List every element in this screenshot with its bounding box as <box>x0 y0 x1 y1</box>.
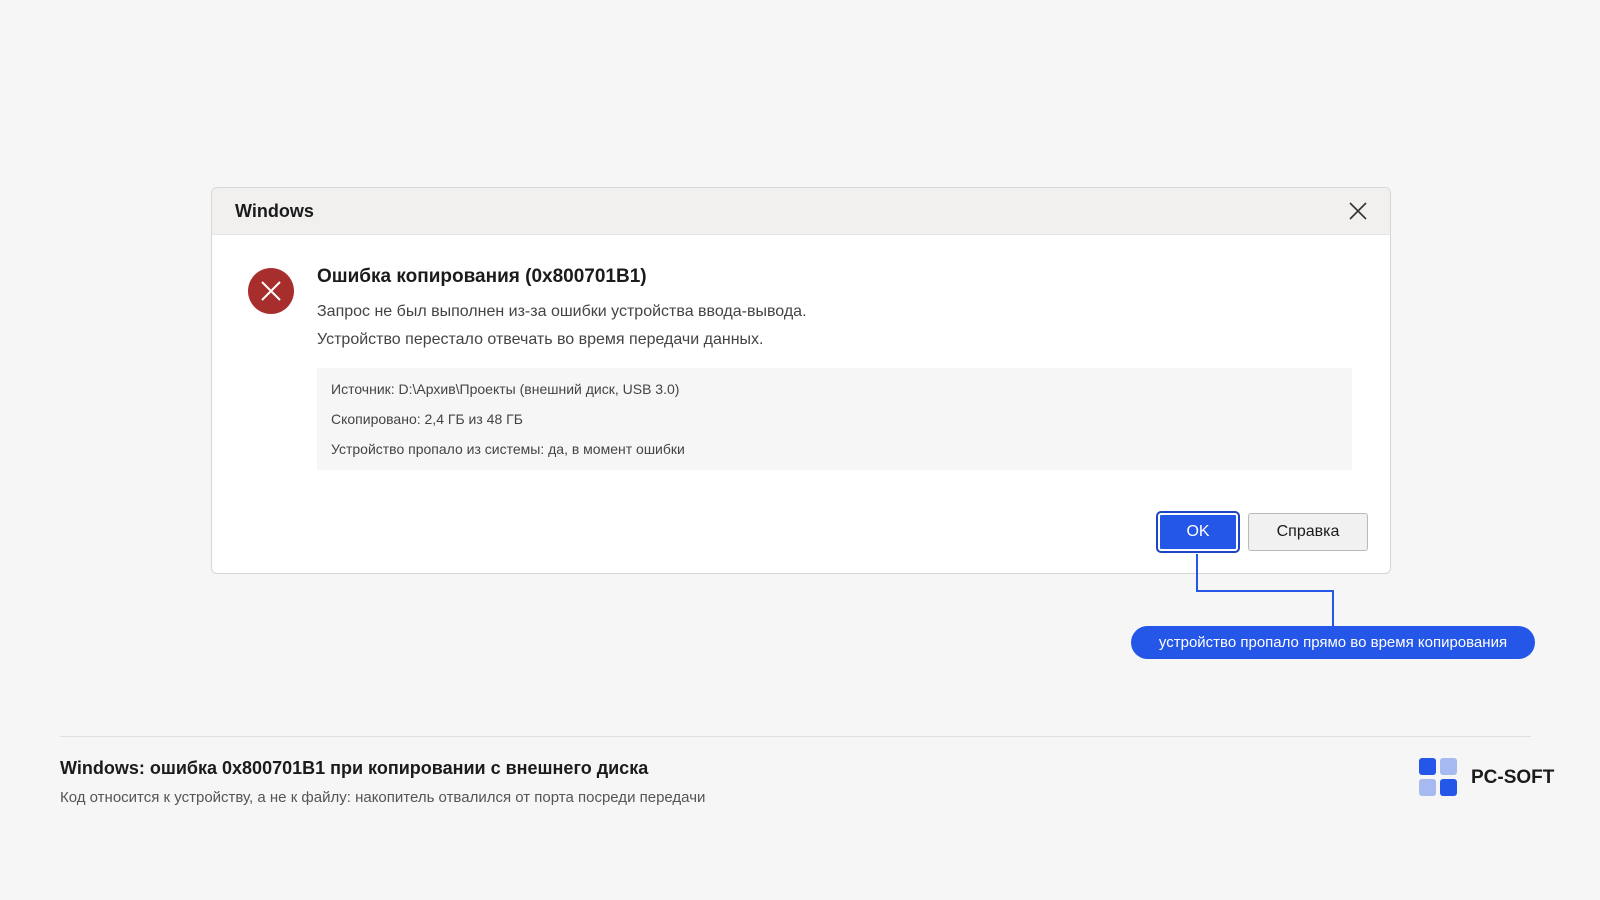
error-message-line-2: Устройство перестало отвечать во время п… <box>317 331 764 348</box>
detail-device-lost: Устройство пропало из системы: да, в мом… <box>331 441 685 457</box>
close-icon <box>1349 202 1367 220</box>
brand-logo-icon <box>1419 758 1459 798</box>
error-message-line-1: Запрос не был выполнен из-за ошибки устр… <box>317 303 807 320</box>
callout-label: устройство пропало прямо во время копиро… <box>1131 626 1535 659</box>
help-button[interactable]: Справка <box>1248 513 1368 551</box>
detail-source: Источник: D:\Архив\Проекты (внешний диск… <box>331 381 680 397</box>
dialog-buttons: OK Справка <box>1156 511 1368 553</box>
ok-button[interactable]: OK <box>1156 511 1240 553</box>
dialog-title: Windows <box>235 200 314 221</box>
footer-title: Windows: ошибка 0x800701B1 при копирован… <box>60 758 649 778</box>
dialog-titlebar: Windows <box>212 188 1390 235</box>
error-heading: Ошибка копирования (0x800701B1) <box>317 266 647 287</box>
dialog-content: Ошибка копирования (0x800701B1) Запрос н… <box>317 266 1352 470</box>
error-icon <box>248 268 294 314</box>
error-dialog: Windows Ошибка копирования (0x800701B1) … <box>211 187 1391 574</box>
footer-divider <box>60 736 1531 737</box>
close-button[interactable] <box>1344 197 1372 225</box>
details-panel: Источник: D:\Архив\Проекты (внешний диск… <box>317 368 1352 470</box>
brand-name: PC-SOFT <box>1471 767 1555 788</box>
brand: PC-SOFT <box>1419 758 1554 798</box>
detail-copied: Скопировано: 2,4 ГБ из 48 ГБ <box>331 411 523 427</box>
footer-subtitle: Код относится к устройству, а не к файлу… <box>60 789 706 806</box>
